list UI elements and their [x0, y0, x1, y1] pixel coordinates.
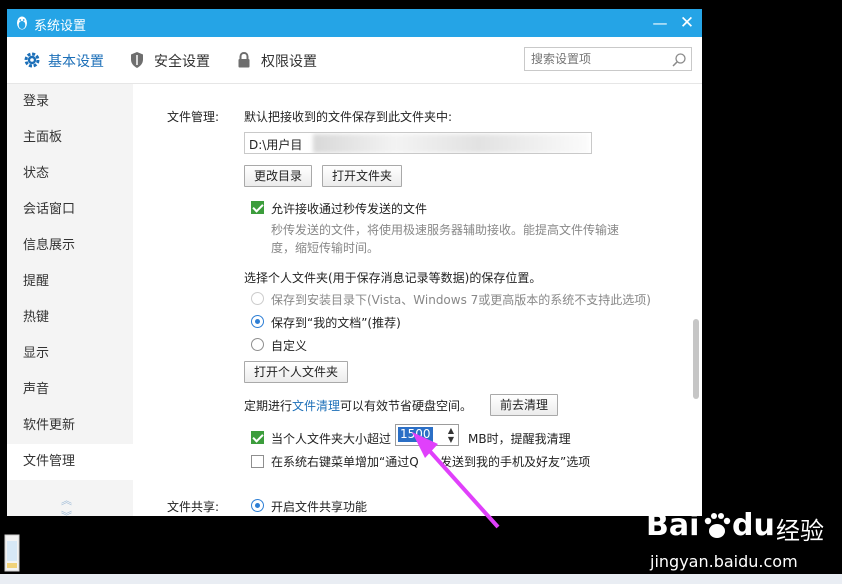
- watermark-brand: Bai: [646, 508, 700, 543]
- watermark-url: jingyan.baidu.com: [650, 552, 798, 571]
- baidu-jingyan-watermark: Bai du 经验 jingyan.baidu.com: [640, 508, 840, 578]
- desktop-file-icon[interactable]: [4, 531, 20, 573]
- paw-icon: [704, 513, 731, 538]
- annotation-layer: [412, 432, 500, 529]
- watermark-jingyan: 经验: [776, 517, 824, 545]
- annotation-arrow-line: [425, 446, 500, 529]
- watermark-brand2: du: [732, 508, 775, 543]
